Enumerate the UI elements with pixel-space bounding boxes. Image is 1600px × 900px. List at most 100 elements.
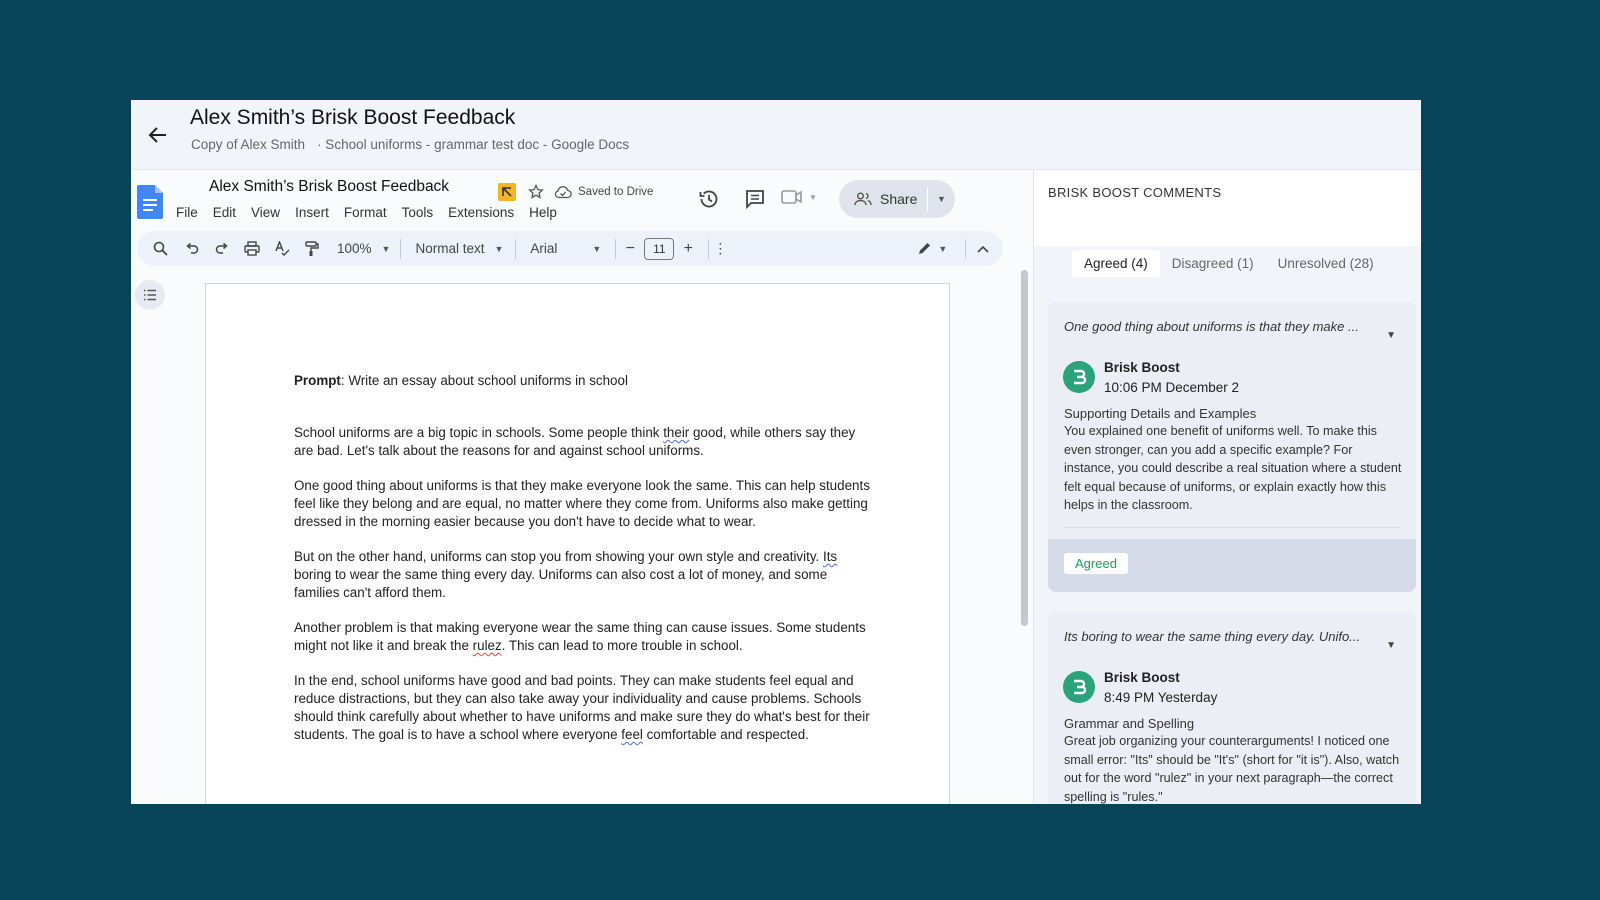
comment-card[interactable]: One good thing about uniforms is that th… — [1048, 302, 1416, 592]
font-family-dropdown[interactable]: Arial ▼ — [530, 241, 601, 256]
agreed-badge: Agreed — [1064, 553, 1128, 574]
paragraph-benefit: One good thing about uniforms is that th… — [294, 478, 870, 529]
menu-format[interactable]: Format — [344, 205, 387, 220]
app-window: Alex Smith’s Brisk Boost Feedback Copy o… — [131, 100, 1421, 804]
menu-view[interactable]: View — [251, 205, 280, 220]
doc-title-icons: Saved to Drive — [498, 183, 653, 201]
text-run: But on the other hand, uniforms can stop… — [294, 549, 823, 564]
tab-disagreed[interactable]: Disagreed (1) — [1160, 250, 1266, 277]
tab-agreed[interactable]: Agreed (4) — [1072, 250, 1160, 277]
document-page[interactable]: Prompt: Write an essay about school unif… — [205, 283, 950, 804]
comments-icon[interactable] — [743, 187, 767, 211]
saved-status-text: Saved to Drive — [578, 186, 654, 198]
version-history-icon[interactable] — [697, 187, 721, 211]
menu-tools[interactable]: Tools — [402, 205, 434, 220]
document-scrollbar[interactable] — [1021, 270, 1028, 626]
document-outline-icon[interactable] — [135, 280, 165, 310]
comment-body: You explained one benefit of uniforms we… — [1064, 424, 1402, 512]
redo-icon[interactable] — [207, 242, 237, 256]
panel-header: BRISK BOOST COMMENTS — [1034, 170, 1421, 246]
undo-icon[interactable] — [177, 242, 207, 256]
menu-insert[interactable]: Insert — [295, 205, 329, 220]
grammar-flag-word[interactable]: Its — [823, 549, 837, 564]
comment-quote: One good thing about uniforms is that th… — [1064, 319, 1359, 334]
more-options-icon[interactable]: ⋮ — [709, 240, 731, 257]
grammar-flag-word[interactable]: their — [663, 425, 689, 440]
chevron-down-icon: ▼ — [381, 243, 391, 254]
share-button[interactable]: Share — [839, 180, 927, 218]
decrease-font-size-icon[interactable]: − — [616, 240, 644, 258]
font-size-input[interactable]: 11 — [644, 237, 675, 260]
comment-divider — [1064, 527, 1402, 528]
share-button-group: Share ▼ — [839, 180, 955, 218]
menu-edit[interactable]: Edit — [213, 205, 236, 220]
increase-font-size-icon[interactable]: + — [674, 240, 702, 258]
editing-mode-dropdown[interactable]: ▼ — [917, 241, 947, 256]
search-icon[interactable] — [143, 241, 177, 256]
expand-chevron-down-icon[interactable]: ▼ — [1386, 330, 1396, 341]
expand-chevron-down-icon[interactable]: ▼ — [1386, 640, 1396, 651]
toolbar-divider — [400, 238, 402, 259]
doc-name[interactable]: Alex Smith’s Brisk Boost Feedback — [209, 178, 449, 196]
comment-time: 8:49 PM Yesterday — [1104, 690, 1218, 705]
paragraph-problem: Another problem is that making everyone … — [294, 619, 874, 655]
prompt-text: : Write an essay about school uniforms i… — [340, 373, 628, 388]
share-label: Share — [880, 191, 918, 207]
star-icon[interactable] — [528, 183, 544, 200]
back-arrow-icon[interactable] — [145, 122, 171, 148]
paragraph-style-dropdown[interactable]: Normal text ▼ — [415, 241, 503, 256]
zoom-value: 100% — [337, 241, 372, 256]
subtitle-doc-name: · School uniforms - grammar test doc - G… — [317, 137, 630, 152]
menu-extensions[interactable]: Extensions — [448, 205, 514, 220]
comment-body: Great job organizing your counterargumen… — [1064, 734, 1400, 804]
grammar-flag-word[interactable]: feel — [621, 727, 643, 742]
spelling-flag-word[interactable]: rulez — [473, 638, 502, 653]
meet-button[interactable]: ▼ — [781, 189, 817, 205]
print-icon[interactable] — [237, 241, 267, 256]
pencil-icon — [919, 243, 931, 254]
panel-title: BRISK BOOST COMMENTS — [1048, 185, 1222, 200]
paragraph-conclusion: In the end, school uniforms have good an… — [294, 672, 874, 744]
subtitle-doc-copy: Copy of Alex Smith — [191, 137, 306, 152]
formatting-toolbar: 100% ▼ Normal text ▼ Arial ▼ − 11 + ⋮ ▼ — [137, 231, 1003, 266]
comment-category: Grammar and Spelling — [1064, 716, 1195, 731]
paragraph-counter: But on the other hand, uniforms can stop… — [294, 548, 874, 602]
chevron-down-icon: ▼ — [494, 243, 504, 254]
comment-filter-tabs: Agreed (4) Disagreed (1) Unresolved (28) — [1072, 250, 1386, 277]
prompt-paragraph: Prompt: Write an essay about school unif… — [294, 372, 874, 390]
brisk-avatar-icon — [1063, 361, 1095, 393]
toolbar-divider — [515, 238, 517, 259]
comment-card[interactable]: Its boring to wear the same thing every … — [1048, 612, 1416, 804]
share-options-chevron-icon[interactable]: ▼ — [928, 194, 955, 204]
collapse-menus-chevron-up-icon[interactable] — [966, 245, 1000, 253]
text-run: School uniforms are a big topic in schoo… — [294, 425, 664, 440]
chevron-down-icon: ▼ — [809, 192, 817, 202]
comment-category: Supporting Details and Examples — [1064, 406, 1257, 421]
menu-bar: File Edit View Insert Format Tools Exten… — [176, 205, 572, 220]
paragraph-intro: School uniforms are a big topic in schoo… — [294, 424, 874, 460]
brisk-extension-icon[interactable] — [498, 183, 516, 201]
text-run: boring to wear the same thing every day.… — [294, 567, 828, 600]
chevron-down-icon: ▼ — [592, 243, 602, 254]
menu-file[interactable]: File — [176, 205, 198, 220]
docs-editor: Alex Smith’s Brisk Boost Feedback Saved … — [131, 170, 1033, 804]
menu-help[interactable]: Help — [529, 205, 557, 220]
zoom-dropdown[interactable]: 100% ▼ — [337, 241, 390, 256]
chevron-down-icon: ▼ — [938, 243, 948, 254]
comment-time: 10:06 PM December 2 — [1104, 380, 1240, 395]
video-call-icon — [781, 190, 802, 204]
people-icon — [854, 192, 872, 206]
prompt-label: Prompt — [294, 373, 341, 388]
window-title: Alex Smith’s Brisk Boost Feedback — [190, 106, 516, 129]
text-run: comfortable and respected. — [642, 727, 809, 742]
spellcheck-icon[interactable] — [267, 241, 297, 256]
paint-format-icon[interactable] — [297, 240, 327, 257]
comment-quote: Its boring to wear the same thing every … — [1064, 629, 1361, 644]
google-docs-logo-icon[interactable] — [137, 185, 163, 219]
brisk-comments-panel: BRISK BOOST COMMENTS Agreed (4) Disagree… — [1033, 170, 1421, 804]
comment-author: Brisk Boost — [1104, 670, 1180, 685]
tab-unresolved[interactable]: Unresolved (28) — [1266, 250, 1386, 277]
window-header: Alex Smith’s Brisk Boost Feedback Copy o… — [131, 100, 1421, 170]
document-body: Prompt: Write an essay about school unif… — [294, 372, 874, 761]
font-family-value: Arial — [530, 241, 558, 256]
